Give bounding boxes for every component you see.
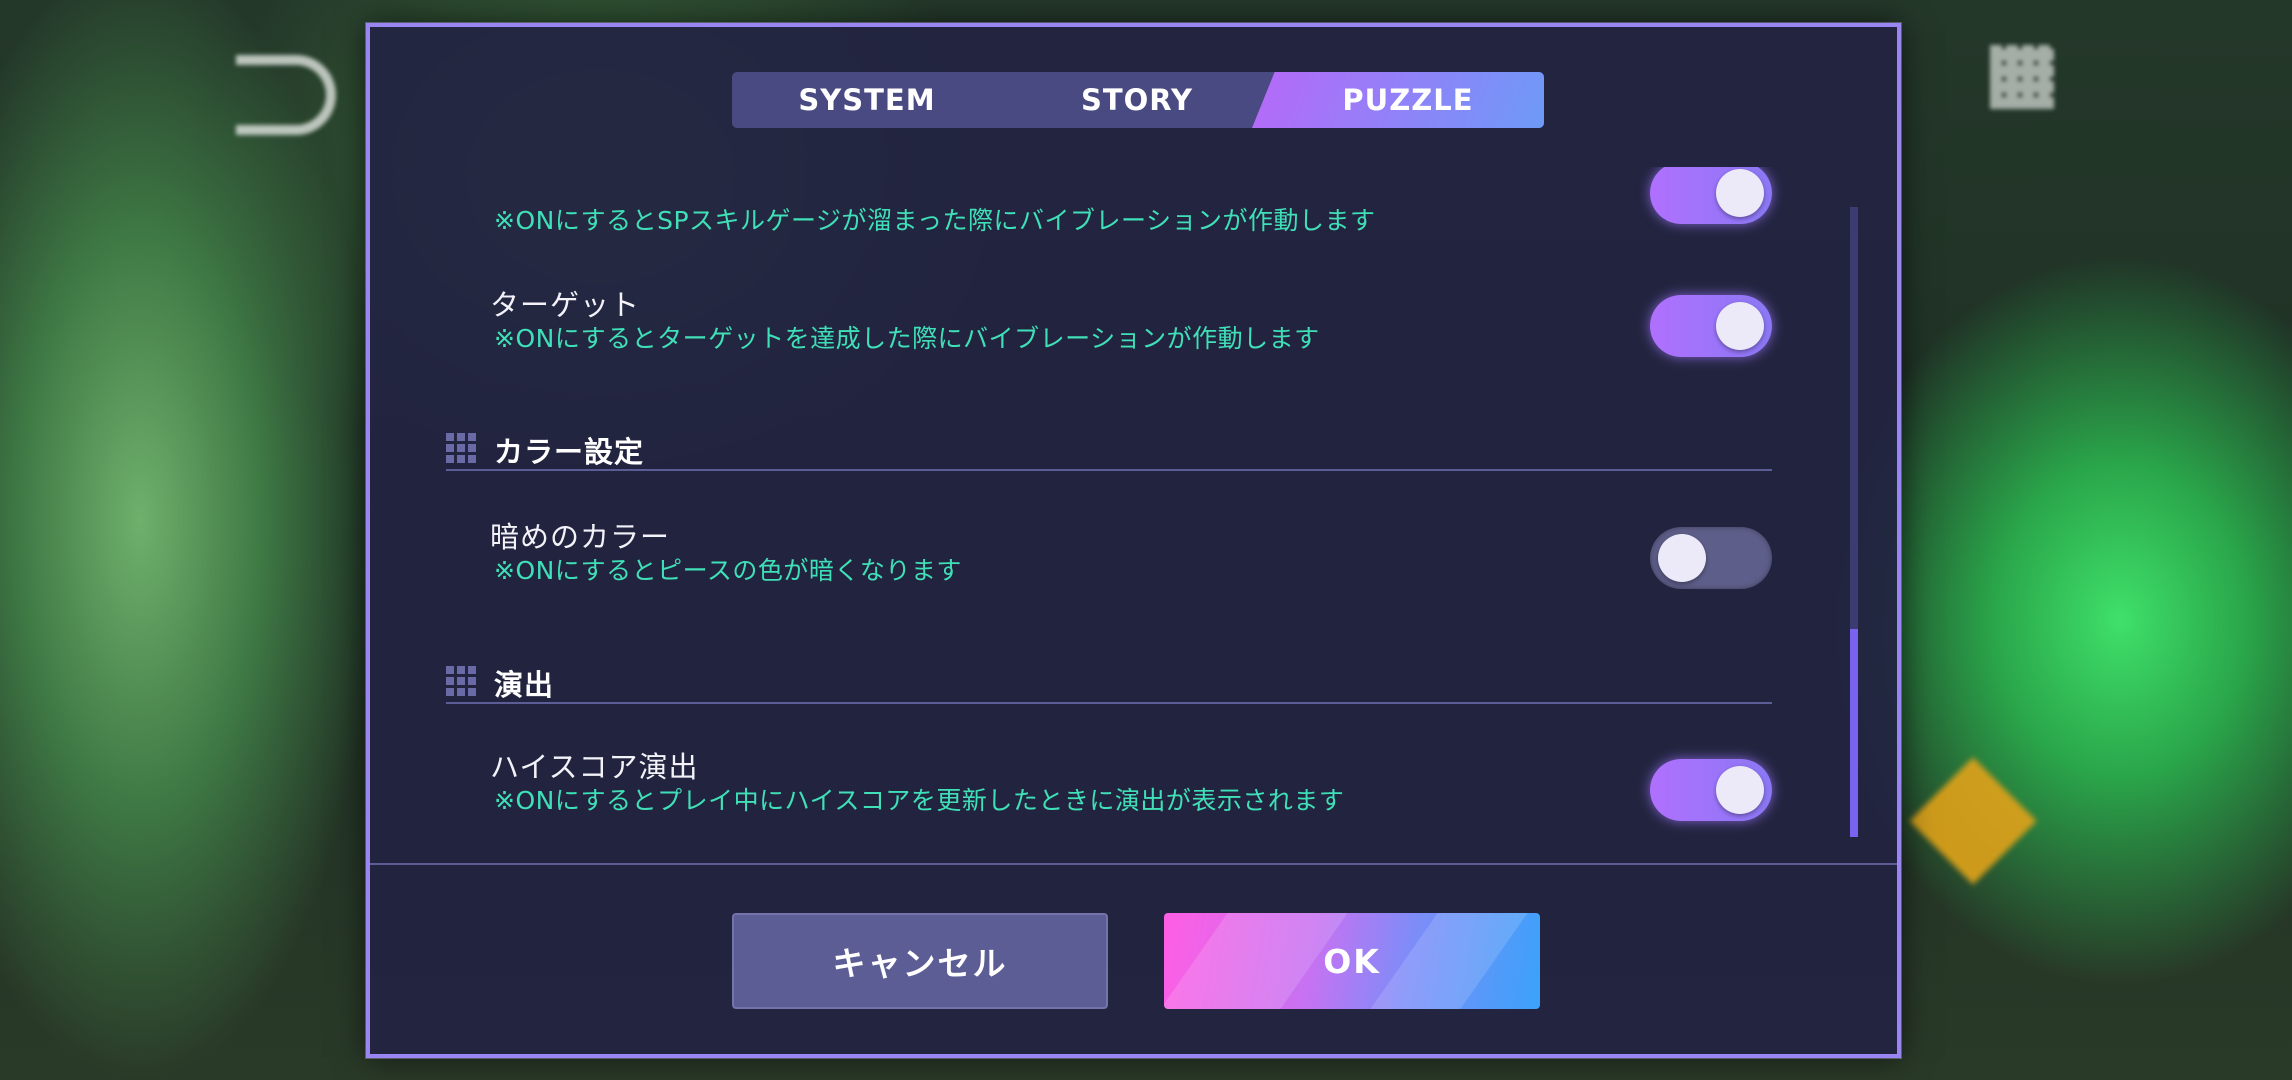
setting-description: ※ONにするとSPスキルゲージが溜まった際にバイブレーションが作動します — [494, 206, 1376, 235]
ok-button[interactable]: OK — [1164, 913, 1540, 1009]
settings-tabs: SYSTEM STORY PUZZLE — [732, 72, 1544, 128]
toggle-knob — [1658, 534, 1706, 582]
setting-label: ターゲット — [490, 288, 641, 322]
scrollbar-thumb[interactable] — [1850, 629, 1858, 837]
toggle-knob — [1716, 302, 1764, 350]
cancel-button[interactable]: キャンセル — [732, 913, 1108, 1009]
footer-divider — [370, 863, 1897, 865]
setting-highscore-effect: ハイスコア演出 ※ONにするとプレイ中にハイスコアを更新したときに演出が表示され… — [490, 749, 1780, 817]
ok-button-label: OK — [1323, 941, 1381, 981]
section-effects: 演出 — [446, 664, 1772, 704]
setting-label: ハイスコア演出 — [490, 750, 699, 784]
section-title: カラー設定 — [494, 435, 645, 469]
setting-dark-color: 暗めのカラー ※ONにするとピースの色が暗くなります — [490, 519, 1780, 587]
tab-puzzle[interactable]: PUZZLE — [1272, 72, 1544, 128]
setting-description: ※ONにするとプレイ中にハイスコアを更新したときに演出が表示されます — [494, 786, 1345, 815]
settings-dialog: SYSTEM STORY PUZZLE ※ONにするとSPスキルゲージが溜まった… — [366, 23, 1901, 1058]
tab-system[interactable]: SYSTEM — [732, 72, 1002, 128]
cancel-button-label: キャンセル — [832, 944, 1008, 983]
menu-grid-icon — [1990, 45, 2054, 109]
sp-skill-vibration-toggle[interactable] — [1650, 167, 1772, 224]
target-vibration-toggle[interactable] — [1650, 295, 1772, 357]
section-title: 演出 — [494, 668, 555, 702]
warning-sign-icon — [1909, 757, 2037, 885]
section-grid-icon — [446, 433, 476, 463]
dark-color-toggle[interactable] — [1650, 527, 1772, 589]
setting-target-vibration: ターゲット ※ONにするとターゲットを達成した際にバイブレーションが作動します — [490, 287, 1780, 355]
setting-label: 暗めのカラー — [490, 520, 671, 554]
highscore-effect-toggle[interactable] — [1650, 759, 1772, 821]
setting-description: ※ONにするとターゲットを達成した際にバイブレーションが作動します — [494, 324, 1320, 353]
setting-description: ※ONにするとピースの色が暗くなります — [494, 556, 962, 585]
toggle-knob — [1716, 169, 1764, 217]
section-grid-icon — [446, 666, 476, 696]
scrollbar[interactable] — [1850, 207, 1858, 837]
settings-list[interactable]: ※ONにするとSPスキルゲージが溜まった際にバイブレーションが作動します ターゲ… — [370, 167, 1897, 857]
section-color-settings: カラー設定 — [446, 431, 1772, 471]
back-arrow-icon — [236, 55, 336, 135]
tab-story[interactable]: STORY — [1002, 72, 1272, 128]
toggle-knob — [1716, 766, 1764, 814]
setting-sp-skill-vibration: ※ONにするとSPスキルゲージが溜まった際にバイブレーションが作動します — [490, 205, 1780, 237]
